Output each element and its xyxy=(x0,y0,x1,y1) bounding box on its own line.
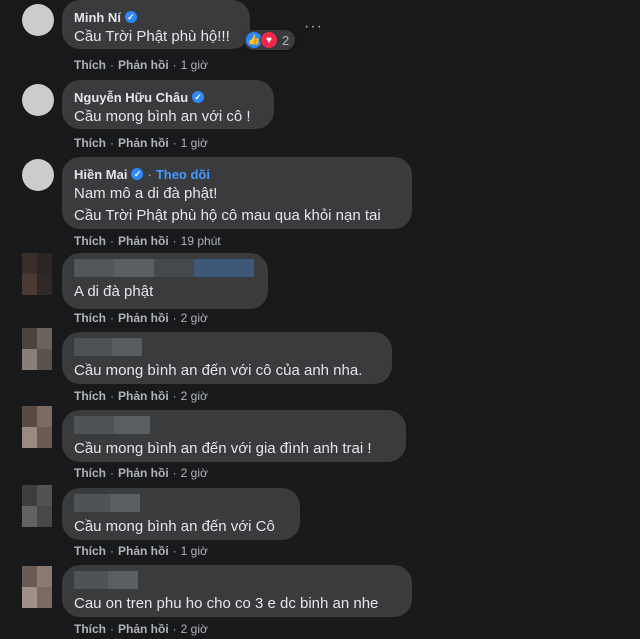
comment-text: Cầu mong bình an đến với cô của anh nha. xyxy=(74,362,363,379)
commenter-name[interactable] xyxy=(74,259,256,277)
comment-bubble: Minh Ní ✓ Cầu Trời Phật phù hộ!!! xyxy=(62,0,250,49)
like-link[interactable]: Thích xyxy=(74,234,106,248)
love-reaction-icon: ♥ xyxy=(260,31,278,49)
comment-actions: Thích · Phản hồi · 1 giờ xyxy=(74,136,208,150)
reply-link[interactable]: Phản hồi xyxy=(118,311,169,325)
avatar[interactable] xyxy=(22,406,52,448)
comment-bubble: Nguyễn Hữu Châu ✓ Cầu mong bình an với c… xyxy=(62,80,274,129)
commenter-name[interactable]: Hiền Mai xyxy=(74,167,127,182)
comment-text: Cầu Trời Phật phù hộ cô mau qua khỏi nạn… xyxy=(74,207,381,224)
like-link[interactable]: Thích xyxy=(74,622,106,636)
verified-badge-icon: ✓ xyxy=(131,168,144,180)
avatar[interactable] xyxy=(22,253,52,295)
comment-bubble: A di đà phật xyxy=(62,253,268,309)
avatar[interactable] xyxy=(22,328,52,370)
comment-time[interactable]: 1 giờ xyxy=(181,544,208,558)
avatar[interactable] xyxy=(22,4,54,36)
comment-text: Cầu mong bình an đến với gia đình anh tr… xyxy=(74,440,372,457)
comment-time[interactable]: 1 giờ xyxy=(181,58,208,72)
comment-actions: Thích · Phản hồi · 1 giờ xyxy=(74,544,208,558)
comment-text: Cau on tren phu ho cho co 3 e dc binh an… xyxy=(74,595,379,612)
commenter-name[interactable]: Minh Ní xyxy=(74,10,121,25)
comment-actions: Thích · Phản hồi · 2 giờ xyxy=(74,311,208,325)
commenter-name[interactable] xyxy=(74,338,380,356)
comment-text: Cầu mong bình an đến với Cô xyxy=(74,518,275,535)
like-link[interactable]: Thích xyxy=(74,544,106,558)
comment-bubble: Cầu mong bình an đến với cô của anh nha. xyxy=(62,332,392,384)
comment-time[interactable]: 2 giờ xyxy=(181,622,208,636)
avatar[interactable] xyxy=(22,566,52,608)
comment-text: Cầu mong bình an với cô ! xyxy=(74,108,251,125)
comment-actions: Thích · Phản hồi · 1 giờ xyxy=(74,58,208,72)
comment-time[interactable]: 2 giờ xyxy=(181,389,208,403)
reply-link[interactable]: Phản hồi xyxy=(118,389,169,403)
comment-actions: Thích · Phản hồi · 2 giờ xyxy=(74,622,208,636)
reply-link[interactable]: Phản hồi xyxy=(118,466,169,480)
comment-actions: Thích · Phản hồi · 2 giờ xyxy=(74,389,208,403)
comment-bubble: Cau on tren phu ho cho co 3 e dc binh an… xyxy=(62,565,412,617)
reaction-count: 2 xyxy=(282,32,290,48)
verified-badge-icon: ✓ xyxy=(124,11,137,23)
comment-text: Cầu Trời Phật phù hộ!!! xyxy=(74,28,230,45)
reply-link[interactable]: Phản hồi xyxy=(118,234,169,248)
comment-text: A di đà phật xyxy=(74,283,154,300)
more-options-icon[interactable]: ··· xyxy=(304,18,323,36)
comment-time[interactable]: 19 phút xyxy=(181,234,221,248)
comment-time[interactable]: 1 giờ xyxy=(181,136,208,150)
reply-link[interactable]: Phản hồi xyxy=(118,136,169,150)
comment-actions: Thích · Phản hồi · 19 phút xyxy=(74,234,221,248)
like-link[interactable]: Thích xyxy=(74,136,106,150)
comment-bubble: Hiền Mai ✓ · Theo dõi Nam mô a di đà phậ… xyxy=(62,157,412,229)
comment-time[interactable]: 2 giờ xyxy=(181,311,208,325)
reply-link[interactable]: Phản hồi xyxy=(118,544,169,558)
verified-badge-icon: ✓ xyxy=(192,91,205,103)
like-link[interactable]: Thích xyxy=(74,311,106,325)
comment-bubble: Cầu mong bình an đến với gia đình anh tr… xyxy=(62,410,406,462)
avatar[interactable] xyxy=(22,159,54,191)
reply-link[interactable]: Phản hồi xyxy=(118,622,169,636)
avatar[interactable] xyxy=(22,84,54,116)
like-link[interactable]: Thích xyxy=(74,389,106,403)
like-link[interactable]: Thích xyxy=(74,466,106,480)
reaction-summary[interactable]: 👍 ♥ 2 xyxy=(244,30,296,50)
follow-link[interactable]: Theo dõi xyxy=(156,167,210,182)
commenter-name[interactable] xyxy=(74,416,394,434)
reply-link[interactable]: Phản hồi xyxy=(118,58,169,72)
commenter-name[interactable] xyxy=(74,494,288,512)
comment-bubble: Cầu mong bình an đến với Cô xyxy=(62,488,300,540)
comment-time[interactable]: 2 giờ xyxy=(181,466,208,480)
comment-actions: Thích · Phản hồi · 2 giờ xyxy=(74,466,208,480)
like-link[interactable]: Thích xyxy=(74,58,106,72)
commenter-name[interactable] xyxy=(74,571,400,589)
comment-text: Nam mô a di đà phật! xyxy=(74,185,218,202)
commenter-name[interactable]: Nguyễn Hữu Châu xyxy=(74,90,188,105)
avatar[interactable] xyxy=(22,485,52,527)
